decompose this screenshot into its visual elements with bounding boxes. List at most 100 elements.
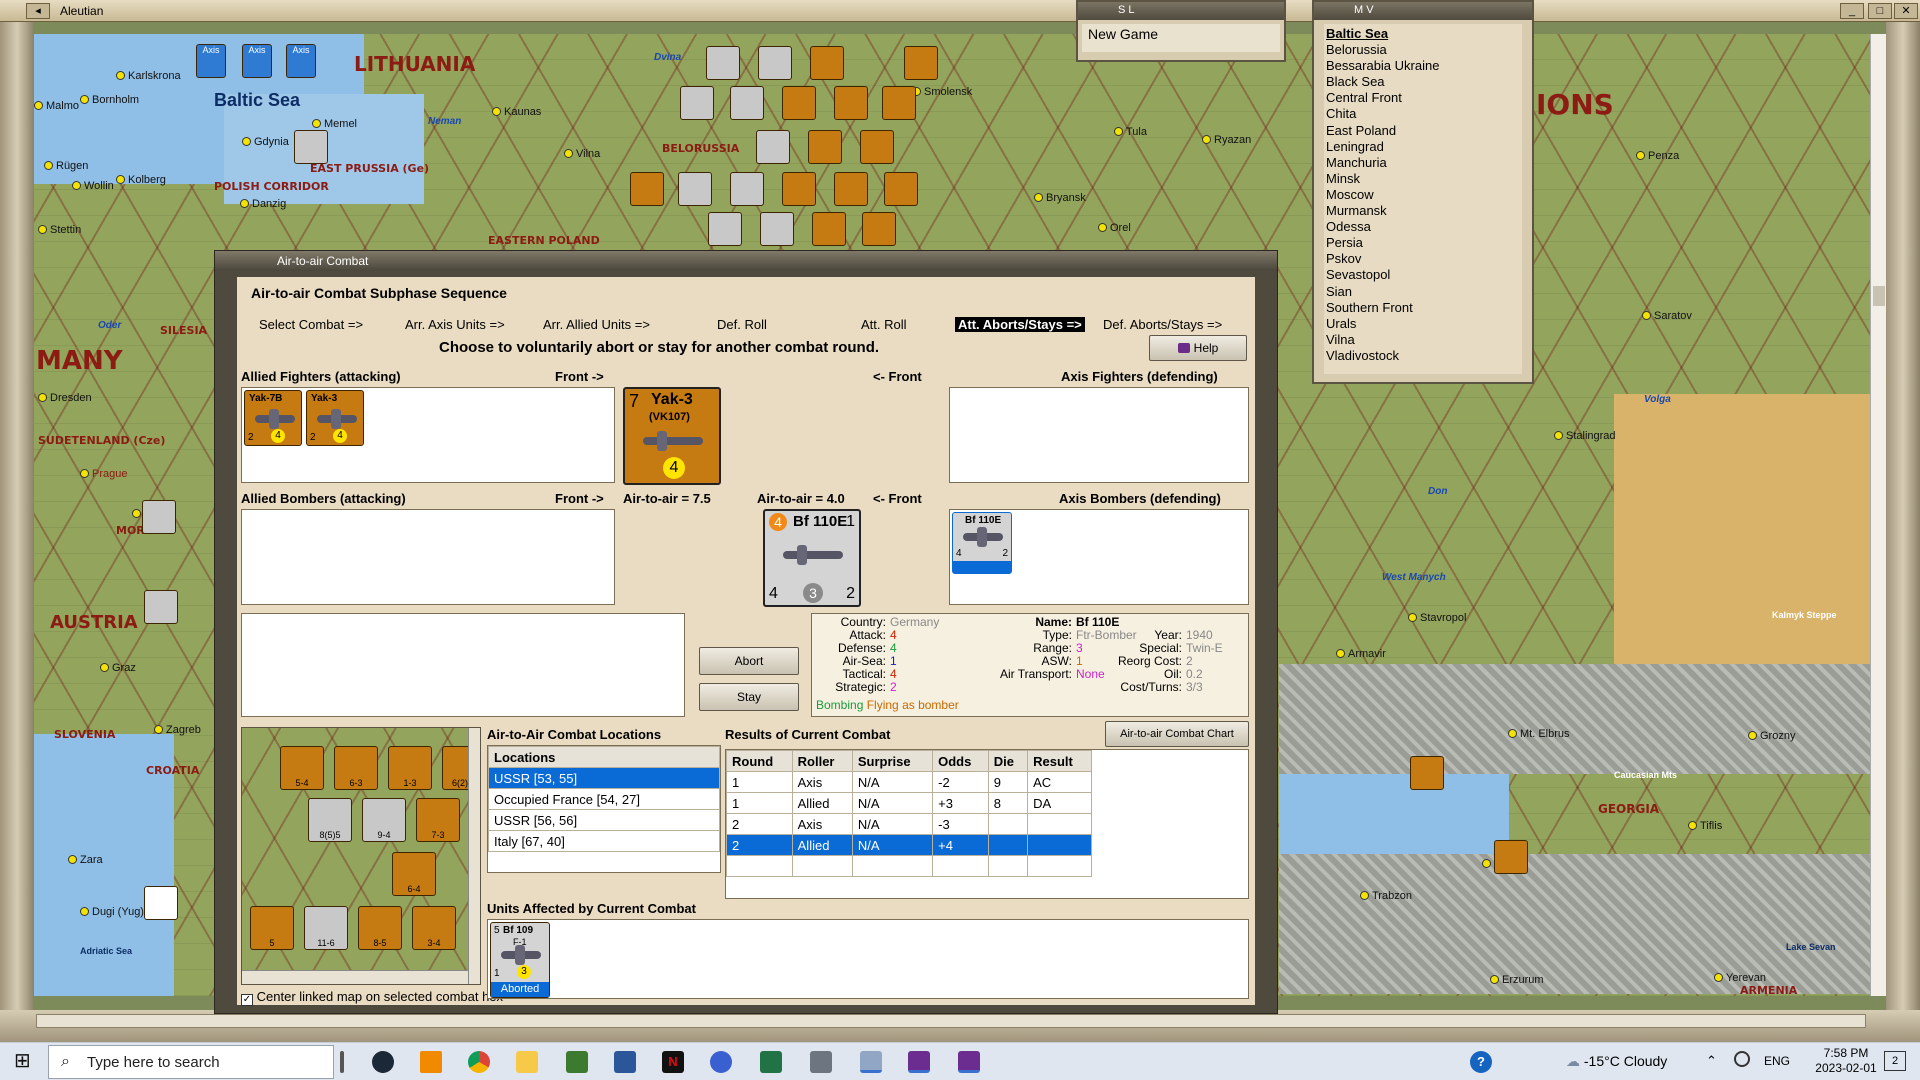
maximize-button[interactable]: □ — [1868, 3, 1892, 19]
minimize-button[interactable]: _ — [1840, 3, 1864, 19]
location-cell[interactable]: USSR [53, 55] — [488, 767, 720, 789]
minimap-hscrollbar[interactable] — [242, 970, 468, 984]
new-game-item[interactable]: New Game — [1082, 24, 1280, 52]
close-button[interactable]: ✕ — [1894, 3, 1918, 19]
excel-icon[interactable] — [760, 1051, 782, 1073]
center-map-checkbox[interactable]: ✓ — [241, 994, 253, 1006]
taskbar-search-input[interactable]: ⌕ Type here to search — [48, 1045, 334, 1079]
app-icon[interactable] — [566, 1051, 588, 1073]
unit-counter[interactable] — [294, 130, 328, 164]
minimap-counter[interactable]: 6-4 — [392, 852, 436, 896]
chrome-icon[interactable] — [468, 1051, 490, 1073]
calculator-icon[interactable] — [810, 1051, 832, 1073]
front-allied-fighter[interactable]: Yak-3 7 (VK107) 4 — [623, 387, 721, 485]
task-view-icon[interactable] — [340, 1051, 344, 1073]
minimap-counter[interactable]: 3-4 — [412, 906, 456, 950]
netflix-icon[interactable]: N — [662, 1051, 684, 1073]
minimap-counter[interactable]: 6-3 — [334, 746, 378, 790]
unit-counter[interactable] — [758, 46, 792, 80]
unit-counter[interactable] — [706, 46, 740, 80]
minimap-vscrollbar[interactable] — [468, 728, 480, 984]
allied-fighters-box[interactable]: Yak-7B 2 4 Yak-3 2 4 — [241, 387, 615, 483]
allied-bombers-box[interactable] — [241, 509, 615, 605]
windows-start-icon[interactable]: ⊞ — [14, 1051, 36, 1073]
allied-fighter-counter[interactable]: Yak-7B 2 4 — [244, 390, 302, 446]
unit-counter[interactable] — [756, 130, 790, 164]
minimap-counter[interactable]: 8-5 — [358, 906, 402, 950]
axis-bombers-box[interactable]: Bf 110E 4 2 — [949, 509, 1249, 605]
unit-counter[interactable] — [904, 46, 938, 80]
results-row[interactable]: 2 Axis N/A -3 — [726, 813, 1092, 835]
unit-counter[interactable] — [760, 212, 794, 246]
map-view-item[interactable]: Odessa — [1326, 219, 1520, 235]
map-view-item[interactable]: Sevastopol — [1326, 267, 1520, 283]
app-icon[interactable] — [710, 1051, 732, 1073]
map-view-item[interactable]: East Poland — [1326, 123, 1520, 139]
location-cell[interactable]: Italy [67, 40] — [488, 830, 720, 852]
map-view-item[interactable]: Urals — [1326, 316, 1520, 332]
scrollbar-thumb[interactable] — [1873, 286, 1885, 306]
notifications-button[interactable]: 2 — [1884, 1051, 1906, 1071]
steam-icon[interactable] — [372, 1051, 394, 1073]
location-row[interactable]: USSR [53, 55] — [488, 767, 720, 789]
unit-counter[interactable] — [1410, 756, 1444, 790]
map-view-item[interactable]: Sian — [1326, 284, 1520, 300]
location-cell[interactable]: USSR [56, 56] — [488, 809, 720, 831]
system-menu-icon[interactable]: ◂ — [26, 3, 50, 19]
vlc-icon[interactable] — [420, 1051, 442, 1073]
affected-unit-counter[interactable]: Bf 109 F-1 5 1 3 Aborted — [490, 922, 550, 998]
map-view-item[interactable]: Bessarabia Ukraine — [1326, 58, 1520, 74]
axis-unit-counter[interactable]: Axis — [242, 44, 272, 78]
unit-counter[interactable] — [834, 86, 868, 120]
map-view-item[interactable]: Chita — [1326, 106, 1520, 122]
unit-counter[interactable] — [884, 172, 918, 206]
clock[interactable]: 7:58 PM 2023-02-01 — [1812, 1046, 1880, 1076]
network-icon[interactable] — [1734, 1051, 1750, 1067]
map-view-item[interactable]: Belorussia — [1326, 42, 1520, 58]
map-vertical-scrollbar[interactable] — [1870, 34, 1886, 996]
unit-counter[interactable] — [810, 46, 844, 80]
map-view-item[interactable]: Persia — [1326, 235, 1520, 251]
combat-chart-button[interactable]: Air-to-air Combat Chart — [1105, 721, 1249, 747]
results-row[interactable]: 1 Allied N/A +3 8 DA — [726, 792, 1092, 814]
unit-counter[interactable] — [1494, 840, 1528, 874]
unit-counter[interactable] — [142, 500, 176, 534]
locations-list[interactable]: Locations USSR [53, 55] Occupied France … — [487, 745, 721, 873]
help-button[interactable]: Help — [1149, 335, 1247, 361]
weather-widget[interactable]: ☁ -15°C Cloudy — [1566, 1053, 1667, 1070]
front-axis-bomber[interactable]: 4 Bf 110E 1 4 3 2 — [763, 509, 861, 607]
results-row-selected[interactable]: 2 Allied N/A +4 — [726, 834, 1092, 856]
map-view-item[interactable]: Leningrad — [1326, 139, 1520, 155]
minimap-counter[interactable]: 8(5)5 — [308, 798, 352, 842]
map-view-item[interactable]: Black Sea — [1326, 74, 1520, 90]
game-icon[interactable] — [908, 1051, 930, 1073]
unit-counter[interactable] — [730, 86, 764, 120]
language-indicator[interactable]: ENG — [1764, 1054, 1790, 1068]
tray-chevron-icon[interactable]: ⌃ — [1706, 1053, 1717, 1069]
map-view-item[interactable]: Southern Front — [1326, 300, 1520, 316]
unit-counter[interactable] — [708, 212, 742, 246]
allied-fighter-counter[interactable]: Yak-3 2 4 — [306, 390, 364, 446]
center-map-checkbox-row[interactable]: ✓ Center linked map on selected combat h… — [241, 989, 503, 1006]
help-tray-icon[interactable]: ? — [1470, 1051, 1492, 1073]
map-view-item[interactable]: Vilna — [1326, 332, 1520, 348]
map-view-item[interactable]: Central Front — [1326, 90, 1520, 106]
minimap-counter[interactable]: 11-6 — [304, 906, 348, 950]
map-view-item[interactable]: Vladivostock — [1326, 348, 1520, 364]
unit-counter[interactable] — [812, 212, 846, 246]
minimap-counter[interactable]: 7-3 — [416, 798, 460, 842]
map-view-item[interactable]: Minsk — [1326, 171, 1520, 187]
game-icon[interactable] — [958, 1051, 980, 1073]
axis-unit-counter[interactable]: Axis — [196, 44, 226, 78]
minimap-counter[interactable]: 1-3 — [388, 746, 432, 790]
axis-unit-counter[interactable]: Axis — [286, 44, 316, 78]
map-horizontal-scrollbar[interactable] — [36, 1014, 1866, 1028]
location-row[interactable]: Occupied France [54, 27] — [488, 788, 720, 810]
location-cell[interactable]: Occupied France [54, 27] — [488, 788, 720, 810]
stay-button[interactable]: Stay — [699, 683, 799, 711]
map-view-item[interactable]: Moscow — [1326, 187, 1520, 203]
unit-counter[interactable] — [860, 130, 894, 164]
axis-fighters-box[interactable] — [949, 387, 1249, 483]
unit-counter[interactable] — [680, 86, 714, 120]
map-view-item[interactable]: Pskov — [1326, 251, 1520, 267]
